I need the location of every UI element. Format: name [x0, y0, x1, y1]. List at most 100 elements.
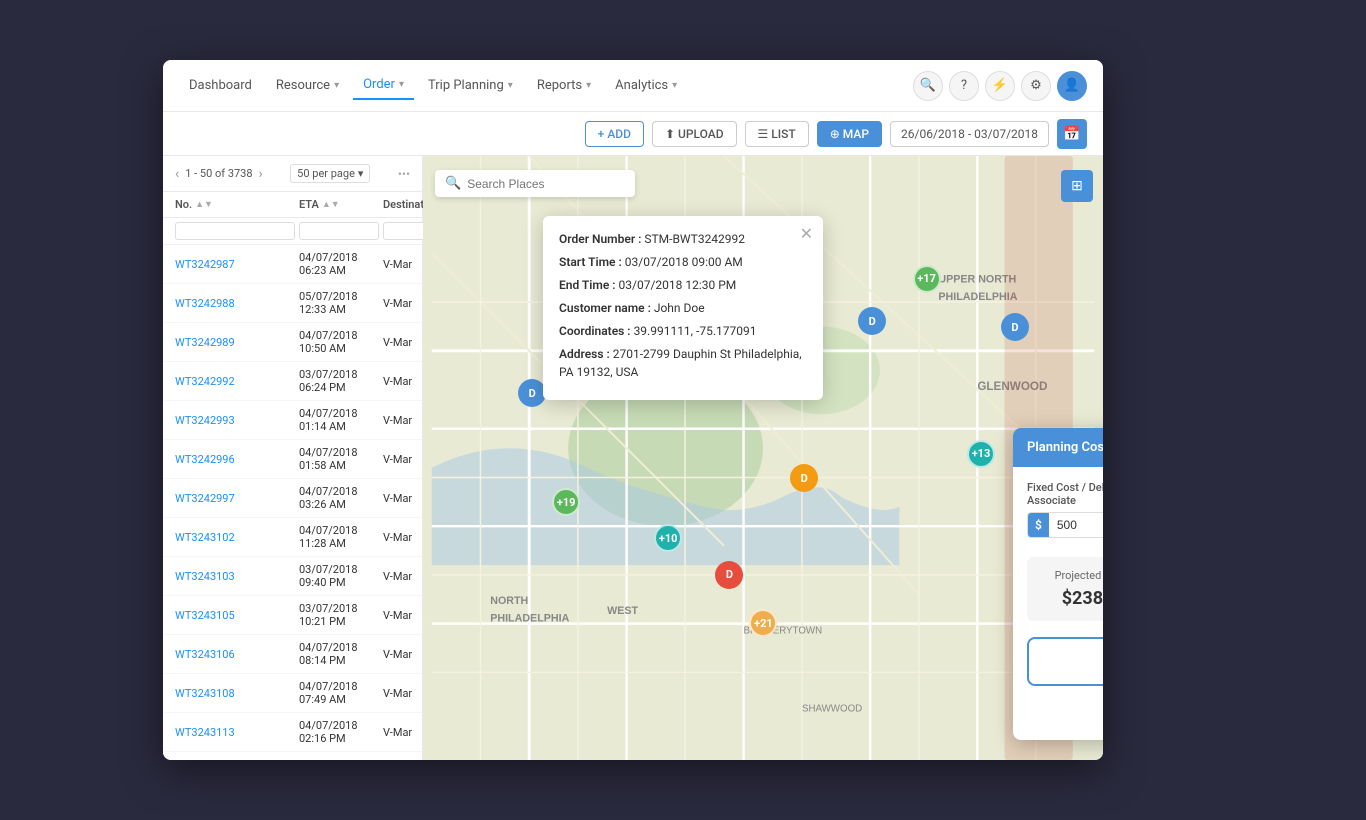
order-link[interactable]: WT3242989 — [175, 336, 295, 349]
sort-icon-eta[interactable]: ▲▼ — [322, 199, 340, 210]
resource-chevron-icon: ▾ — [334, 80, 339, 91]
calc-footer: ✓ Recalculate — [1027, 698, 1103, 726]
popup-customer-name: Customer name : John Doe — [559, 299, 807, 317]
nav-resource[interactable]: Resource ▾ — [266, 72, 349, 99]
table-row[interactable]: WT3243108 04/07/2018 07:49 AM V-Mar — [163, 674, 422, 713]
col-eta: ETA ▲▼ — [299, 198, 379, 211]
map-area: UPPER NORTH PHILADELPHIA GLENWOOD NORTH … — [423, 156, 1103, 760]
eta-cell: 04/07/2018 11:28 AM — [299, 524, 379, 550]
projected-cost-box: Projected Original Cost $238543.08 — [1027, 557, 1103, 621]
savings-box: ─── You Saved ─── $45114.58 — [1027, 637, 1103, 686]
nav-reports[interactable]: Reports ▾ — [527, 72, 601, 99]
fixed-cost-input[interactable] — [1049, 513, 1103, 537]
table-row[interactable]: WT3242987 04/07/2018 06:23 AM V-Mar — [163, 245, 422, 284]
calc-inputs: Fixed Cost / Delivery Associate $ Fuel C… — [1027, 481, 1103, 538]
more-options-icon[interactable]: ••• — [398, 167, 410, 181]
order-link[interactable]: WT3243103 — [175, 570, 295, 583]
order-link[interactable]: WT3242992 — [175, 375, 295, 388]
map-marker-cluster3[interactable]: +17 — [913, 265, 941, 293]
filter-order-input[interactable] — [175, 222, 295, 240]
popup-start-time: Start Time : 03/07/2018 09:00 AM — [559, 253, 807, 271]
table-row[interactable]: WT3242989 04/07/2018 10:50 AM V-Mar — [163, 323, 422, 362]
order-link[interactable]: WT3243106 — [175, 648, 295, 661]
dest-cell: V-Mar — [383, 570, 422, 583]
table-row[interactable]: WT3243113 04/07/2018 02:16 PM V-Mar — [163, 713, 422, 752]
order-link[interactable]: WT3242993 — [175, 414, 295, 427]
savings-value: $45114.58 — [1043, 649, 1103, 674]
table-row[interactable]: WT3243105 03/07/2018 10:21 PM V-Mar — [163, 596, 422, 635]
map-marker-d5[interactable]: D — [1001, 313, 1029, 341]
order-link[interactable]: WT3243102 — [175, 531, 295, 544]
top-navigation: Dashboard Resource ▾ Order ▾ Trip Planni… — [163, 60, 1103, 112]
order-link[interactable]: WT3243108 — [175, 687, 295, 700]
order-link[interactable]: WT3243113 — [175, 726, 295, 739]
table-row[interactable]: WT3242997 04/07/2018 03:26 AM V-Mar — [163, 479, 422, 518]
analytics-chevron-icon: ▾ — [672, 80, 677, 91]
dest-cell: V-Mar — [383, 531, 422, 544]
bolt-icon-button[interactable]: ⚡ — [985, 71, 1015, 101]
dest-cell: V-Mar — [383, 453, 422, 466]
calendar-icon-button[interactable]: 📅 — [1057, 119, 1087, 149]
settings-icon-button[interactable]: ⚙ — [1021, 71, 1051, 101]
avatar-button[interactable]: 👤 — [1057, 71, 1087, 101]
table-row[interactable]: WT3243116 04/07/2018 02:20 AM V-Mar — [163, 752, 422, 760]
list-header: ‹ 1 - 50 of 3738 › 50 per page ▾ ••• — [163, 156, 422, 192]
map-layer-button[interactable]: ⊞ — [1061, 170, 1093, 202]
table-row[interactable]: WT3242992 03/07/2018 06:24 PM V-Mar — [163, 362, 422, 401]
map-background: UPPER NORTH PHILADELPHIA GLENWOOD NORTH … — [423, 156, 1103, 760]
map-view-button[interactable]: ⊕ MAP — [817, 121, 882, 147]
table-row[interactable]: WT3243103 03/07/2018 09:40 PM V-Mar — [163, 557, 422, 596]
pagination-info: 1 - 50 of 3738 — [185, 167, 252, 180]
order-link[interactable]: WT3243105 — [175, 609, 295, 622]
nav-dashboard[interactable]: Dashboard — [179, 72, 262, 99]
eta-cell: 04/07/2018 07:49 AM — [299, 680, 379, 706]
per-page-chevron-icon: ▾ — [358, 167, 364, 180]
table-row[interactable]: WT3242988 05/07/2018 12:33 AM V-Mar — [163, 284, 422, 323]
cost-calculator: Planning Cost Calculator ✕ Fixed Cost / … — [1013, 428, 1103, 740]
dest-cell: V-Mar — [383, 375, 422, 388]
eta-cell: 04/07/2018 06:23 AM — [299, 251, 379, 277]
add-button[interactable]: + ADD — [585, 121, 644, 147]
dest-cell: V-Mar — [383, 336, 422, 349]
map-marker-d2[interactable]: D — [715, 561, 743, 589]
table-row[interactable]: WT3242996 04/07/2018 01:58 AM V-Mar — [163, 440, 422, 479]
dest-cell: V-Mar — [383, 687, 422, 700]
eta-cell: 04/07/2018 03:26 AM — [299, 485, 379, 511]
order-link[interactable]: WT3242996 — [175, 453, 295, 466]
order-link[interactable]: WT3242987 — [175, 258, 295, 271]
projected-cost-value: $238543.08 — [1039, 588, 1103, 609]
prev-page-button[interactable]: ‹ — [175, 166, 179, 182]
order-link[interactable]: WT3242997 — [175, 492, 295, 505]
filter-eta-input[interactable] — [299, 222, 379, 240]
map-marker-d4[interactable]: D — [858, 307, 886, 335]
eta-cell: 04/07/2018 01:58 AM — [299, 446, 379, 472]
next-page-button[interactable]: › — [259, 166, 263, 182]
search-icon-button[interactable]: 🔍 — [913, 71, 943, 101]
search-places-input[interactable] — [467, 177, 625, 191]
trip-planning-chevron-icon: ▾ — [508, 80, 513, 91]
nav-order[interactable]: Order ▾ — [353, 71, 414, 100]
nav-analytics[interactable]: Analytics ▾ — [605, 72, 687, 99]
order-link[interactable]: WT3242988 — [175, 297, 295, 310]
table-row[interactable]: WT3243106 04/07/2018 08:14 PM V-Mar — [163, 635, 422, 674]
dest-cell: V-Mar — [383, 648, 422, 661]
map-marker-cluster4[interactable]: +13 — [967, 440, 995, 468]
table-row[interactable]: WT3242993 04/07/2018 01:14 AM V-Mar — [163, 401, 422, 440]
upload-button[interactable]: ⬆ UPLOAD — [652, 121, 737, 147]
popup-coordinates: Coordinates : 39.991111, -75.177091 — [559, 322, 807, 340]
popup-close-button[interactable]: ✕ — [800, 224, 813, 243]
fixed-cost-prefix: $ — [1028, 513, 1049, 537]
table-row[interactable]: WT3243102 04/07/2018 11:28 AM V-Mar — [163, 518, 422, 557]
popup-address: Address : 2701-2799 Dauphin St Philadelp… — [559, 345, 807, 381]
list-view-button[interactable]: ☰ LIST — [745, 121, 809, 147]
eta-cell: 04/07/2018 02:16 PM — [299, 719, 379, 745]
date-range-picker[interactable]: 26/06/2018 - 03/07/2018 — [890, 121, 1049, 147]
help-icon-button[interactable]: ? — [949, 71, 979, 101]
eta-cell: 03/07/2018 09:40 PM — [299, 563, 379, 589]
svg-text:SHAWWOOD: SHAWWOOD — [802, 703, 862, 714]
order-chevron-icon: ▾ — [399, 79, 404, 90]
per-page-selector[interactable]: 50 per page ▾ — [290, 164, 370, 183]
nav-trip-planning[interactable]: Trip Planning ▾ — [418, 72, 523, 99]
popup-end-time: End Time : 03/07/2018 12:30 PM — [559, 276, 807, 294]
sort-icon-order[interactable]: ▲▼ — [195, 199, 213, 210]
